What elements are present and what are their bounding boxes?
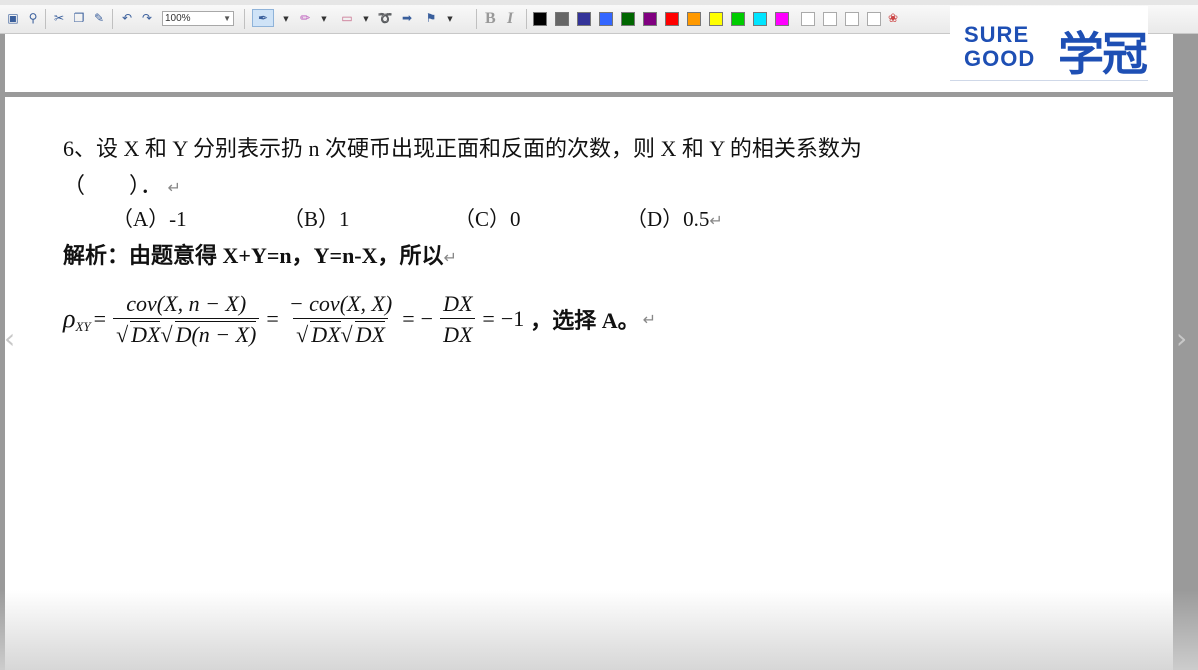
fraction-1: cov(X, n − X) √ DX√ D(n − X) [113,290,260,349]
solution-intro: 解析：由题意得 X+Y=n，Y=n-X，所以↵ [63,238,457,270]
equals-sign: = [482,306,495,331]
color-swatch[interactable] [709,12,723,26]
copy-icon[interactable]: ❐ [70,9,88,27]
next-page-icon[interactable]: › [1176,322,1187,355]
conclusion-post: 。 [617,308,640,333]
solution-eq-1: X+Y=n [222,243,292,268]
solution-label: 解析： [63,243,130,268]
minus-sign: − [420,306,434,331]
palette-icon[interactable]: ❀ [884,9,902,27]
sqrt-1a: DX [130,320,161,347]
undo-icon[interactable]: ↶ [118,9,136,27]
toolbar-separator [526,9,527,29]
equals-sign: = [402,306,415,331]
formula-result: −1 [500,306,525,331]
color-swatch[interactable] [665,12,679,26]
color-swatch[interactable] [533,12,547,26]
insert-icon[interactable]: ➡ [398,9,416,27]
equals-sign: = [266,306,279,331]
solution-comma: ， [291,243,314,268]
question-blank: （ ）． ↵ [63,168,181,200]
solution-text-1: 由题意得 [129,243,223,268]
chevron-down-icon[interactable]: ▼ [282,9,290,29]
option-c: （C）0 [454,207,521,231]
return-mark: ↵ [642,309,657,329]
color-swatch[interactable] [801,12,815,26]
option-d-text: （D）0.5 [626,207,710,231]
color-swatch[interactable] [555,12,569,26]
fraction-2-denominator: √ DX√ DX [293,317,388,349]
bold-button[interactable]: B [485,9,496,29]
fraction-1-numerator: cov(X, n − X) [126,290,247,316]
option-b: （B）1 [283,207,350,231]
paste-icon[interactable]: ✎ [90,9,108,27]
logo-divider [950,80,1148,81]
color-swatch[interactable] [775,12,789,26]
solution-text-2: ，所以 [377,243,444,268]
toolbar-separator [476,9,477,29]
zoom-value: 100% [165,13,191,24]
question-text: 6、设 X 和 Y 分别表示扔 n 次硬币出现正面和反面的次数，则 X 和 Y … [63,131,862,163]
conclusion-pre: ，选择 [530,308,602,333]
chevron-down-icon[interactable]: ▼ [446,9,454,29]
fraction-1-denominator: √ DX√ D(n − X) [113,317,260,349]
formula-subscript: XY [75,319,91,334]
question-line-2: （ ）． [63,173,163,198]
toolbar-separator [45,9,46,29]
pen-icon[interactable]: ✒ [252,9,274,27]
flag-icon[interactable]: ⚑ [422,9,440,27]
color-swatch[interactable] [621,12,635,26]
italic-button[interactable]: I [507,9,513,29]
return-mark: ↵ [709,211,723,230]
redo-icon[interactable]: ↷ [138,9,156,27]
color-swatch[interactable] [643,12,657,26]
formula-rho: ρ [63,304,76,333]
return-mark: ↵ [443,248,457,267]
solution-eq-2: Y=n-X [313,243,378,268]
sqrt-2a: DX [310,320,341,347]
chevron-down-icon: ▼ [223,14,231,23]
color-swatch[interactable] [687,12,701,26]
color-swatch[interactable] [599,12,613,26]
conclusion: ，选择 A。 [530,303,639,335]
toolbar-separator [112,9,113,29]
find-icon[interactable]: ⚲ [24,9,42,27]
toolbar-separator [244,9,245,29]
color-swatch[interactable] [577,12,591,26]
return-mark: ↵ [167,178,181,197]
question-line-1: 6、设 X 和 Y 分别表示扔 n 次硬币出现正面和反面的次数，则 X 和 Y … [63,136,862,161]
logo-text-cn: 学冠 [1058,27,1148,81]
fraction-3: DX DX [440,290,476,349]
color-swatch[interactable] [845,12,859,26]
logo-text-sure: SURE [964,22,1030,47]
cut-icon[interactable]: ✂ [50,9,68,27]
color-swatch[interactable] [753,12,767,26]
color-swatch[interactable] [731,12,745,26]
logo: SURE GOOD 学冠 [950,6,1148,82]
fraction-2-numerator: − cov(X, X) [288,290,393,316]
zoom-select[interactable]: 100% ▼ [162,11,234,26]
lasso-icon[interactable]: ➰ [376,9,394,27]
color-swatch[interactable] [823,12,837,26]
fraction-3-numerator: DX [443,290,473,316]
logo-text-good: GOOD [964,46,1036,71]
answer-letter: A [601,308,618,333]
fraction-3-denominator: DX [440,317,476,349]
sqrt-1b: D(n − X) [174,320,257,347]
option-a: （A）-1 [112,207,187,231]
equals-sign: = [93,306,107,331]
eraser-icon[interactable]: ▭ [338,9,356,27]
chevron-down-icon[interactable]: ▼ [320,9,328,29]
chevron-down-icon[interactable]: ▼ [362,9,370,29]
formula: ρ XY = cov(X, n − X) √ DX√ D(n − X) = − cov… [63,284,656,354]
prev-page-icon[interactable]: ‹ [4,322,15,355]
option-d: （D）0.5↵ [626,203,723,233]
highlighter-icon[interactable]: ✏ [296,9,314,27]
save-icon[interactable]: ▣ [4,9,22,27]
color-swatch[interactable] [867,12,881,26]
sqrt-2b: DX [354,320,385,347]
fraction-2: − cov(X, X) √ DX√ DX [286,290,395,349]
